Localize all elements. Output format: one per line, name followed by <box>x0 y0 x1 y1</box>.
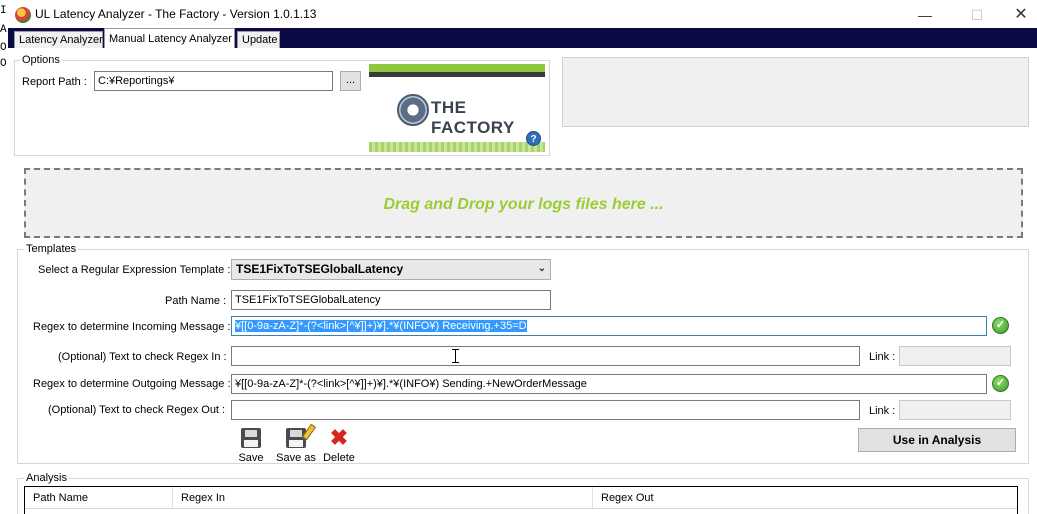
column-header-regex-in[interactable]: Regex In <box>173 487 593 508</box>
gutter-char: O <box>0 58 7 70</box>
link-in-label: Link : <box>869 351 896 363</box>
drop-zone[interactable]: Drag and Drop your logs files here ... <box>24 168 1023 238</box>
text-cursor-icon <box>452 349 459 363</box>
gutter-char: O <box>0 42 7 54</box>
tab-update[interactable]: Update <box>237 31 280 48</box>
incoming-regex-label: Regex to determine Incoming Message : <box>33 321 231 333</box>
optional-in-label: (Optional) Text to check Regex In : <box>58 351 227 363</box>
outgoing-regex-label: Regex to determine Outgoing Message : <box>33 378 231 390</box>
incoming-regex-input[interactable]: ¥[[0-9a-zA-Z]*-(?<link>[^¥]]+)¥].*¥(INFO… <box>231 316 987 336</box>
report-path-label: Report Path : <box>22 76 87 88</box>
save-button[interactable]: Save <box>233 428 269 464</box>
incoming-regex-value: ¥[[0-9a-zA-Z]*-(?<link>[^¥]]+)¥].*¥(INFO… <box>235 320 527 332</box>
floppy-disk-icon <box>241 428 261 448</box>
red-x-icon: ✖ <box>329 425 349 450</box>
report-path-input[interactable]: C:¥Reportings¥ <box>94 71 333 91</box>
link-in-field <box>899 346 1011 366</box>
link-out-label: Link : <box>869 405 896 417</box>
delete-label: Delete <box>323 452 355 464</box>
column-header-path-name[interactable]: Path Name <box>25 487 173 508</box>
drop-zone-text: Drag and Drop your logs files here ... <box>383 196 664 213</box>
column-header-regex-out[interactable]: Regex Out <box>593 487 1017 508</box>
help-icon[interactable]: ? <box>526 131 541 146</box>
path-name-label: Path Name : <box>165 295 227 307</box>
path-name-input[interactable]: TSE1FixToTSEGlobalLatency <box>231 290 551 310</box>
gutter-char: A <box>0 24 7 36</box>
browse-button[interactable]: ... <box>340 71 361 91</box>
analysis-table[interactable]: Path Name Regex In Regex Out <box>24 486 1018 514</box>
window-title: UL Latency Analyzer - The Factory - Vers… <box>35 7 317 21</box>
templates-legend: Templates <box>24 243 79 255</box>
maximize-button[interactable]: ☐ <box>962 4 992 26</box>
check-icon: ✓ <box>992 375 1009 392</box>
minimize-button[interactable]: — <box>910 4 940 26</box>
tab-latency-analyzer[interactable]: Latency Analyzer <box>14 31 103 48</box>
save-as-button[interactable]: Save as <box>274 423 318 464</box>
template-select-label: Select a Regular Expression Template : <box>38 264 231 276</box>
analysis-legend: Analysis <box>24 472 69 484</box>
optional-out-input[interactable] <box>231 400 860 420</box>
table-header: Path Name Regex In Regex Out <box>25 487 1017 509</box>
template-select-value: TSE1FixToTSEGlobalLatency <box>236 262 404 276</box>
factory-logo: THE FACTORY ? <box>369 64 545 152</box>
tab-manual-latency-analyzer[interactable]: Manual Latency Analyzer <box>104 28 235 48</box>
floppy-disk-edit-icon <box>286 423 317 448</box>
use-in-analysis-button[interactable]: Use in Analysis <box>858 428 1016 452</box>
options-legend: Options <box>20 54 62 66</box>
save-as-label: Save as <box>276 452 316 464</box>
app-icon <box>15 7 31 23</box>
optional-in-input[interactable] <box>231 346 860 366</box>
gutter-char: I <box>0 5 7 17</box>
chevron-down-icon: ⌄ <box>537 263 546 274</box>
template-select[interactable]: TSE1FixToTSEGlobalLatency ⌄ <box>231 259 551 280</box>
check-icon: ✓ <box>992 317 1009 334</box>
delete-button[interactable]: ✖ Delete <box>321 425 357 465</box>
preview-panel <box>562 57 1029 127</box>
optional-out-label: (Optional) Text to check Regex Out : <box>48 404 226 416</box>
close-button[interactable]: ✕ <box>1006 4 1036 26</box>
gear-icon <box>397 94 429 126</box>
outgoing-regex-input[interactable]: ¥[[0-9a-zA-Z]*-(?<link>[^¥]]+)¥].*¥(INFO… <box>231 374 987 394</box>
save-label: Save <box>238 452 264 464</box>
link-out-field <box>899 400 1011 420</box>
